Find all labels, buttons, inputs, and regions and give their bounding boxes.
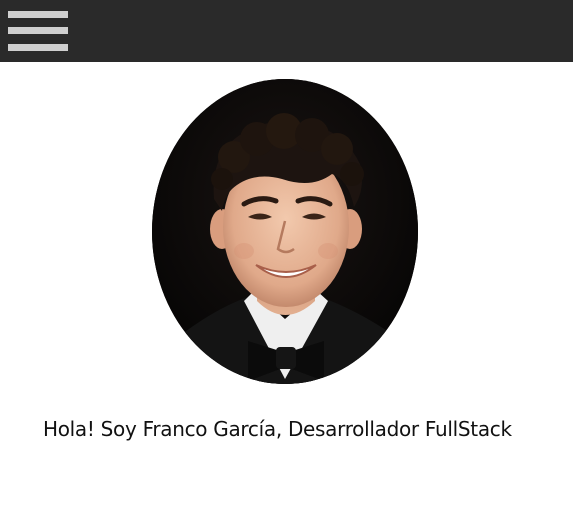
hamburger-menu-icon[interactable]	[8, 10, 68, 54]
hamburger-bar	[8, 27, 68, 34]
hamburger-bar	[8, 11, 68, 18]
hamburger-bar	[8, 44, 68, 51]
profile-photo	[152, 79, 418, 384]
profile-photo-illustration	[152, 79, 418, 384]
intro-text: Hola! Soy Franco García, Desarrollador F…	[43, 417, 512, 441]
top-navbar	[0, 0, 573, 62]
